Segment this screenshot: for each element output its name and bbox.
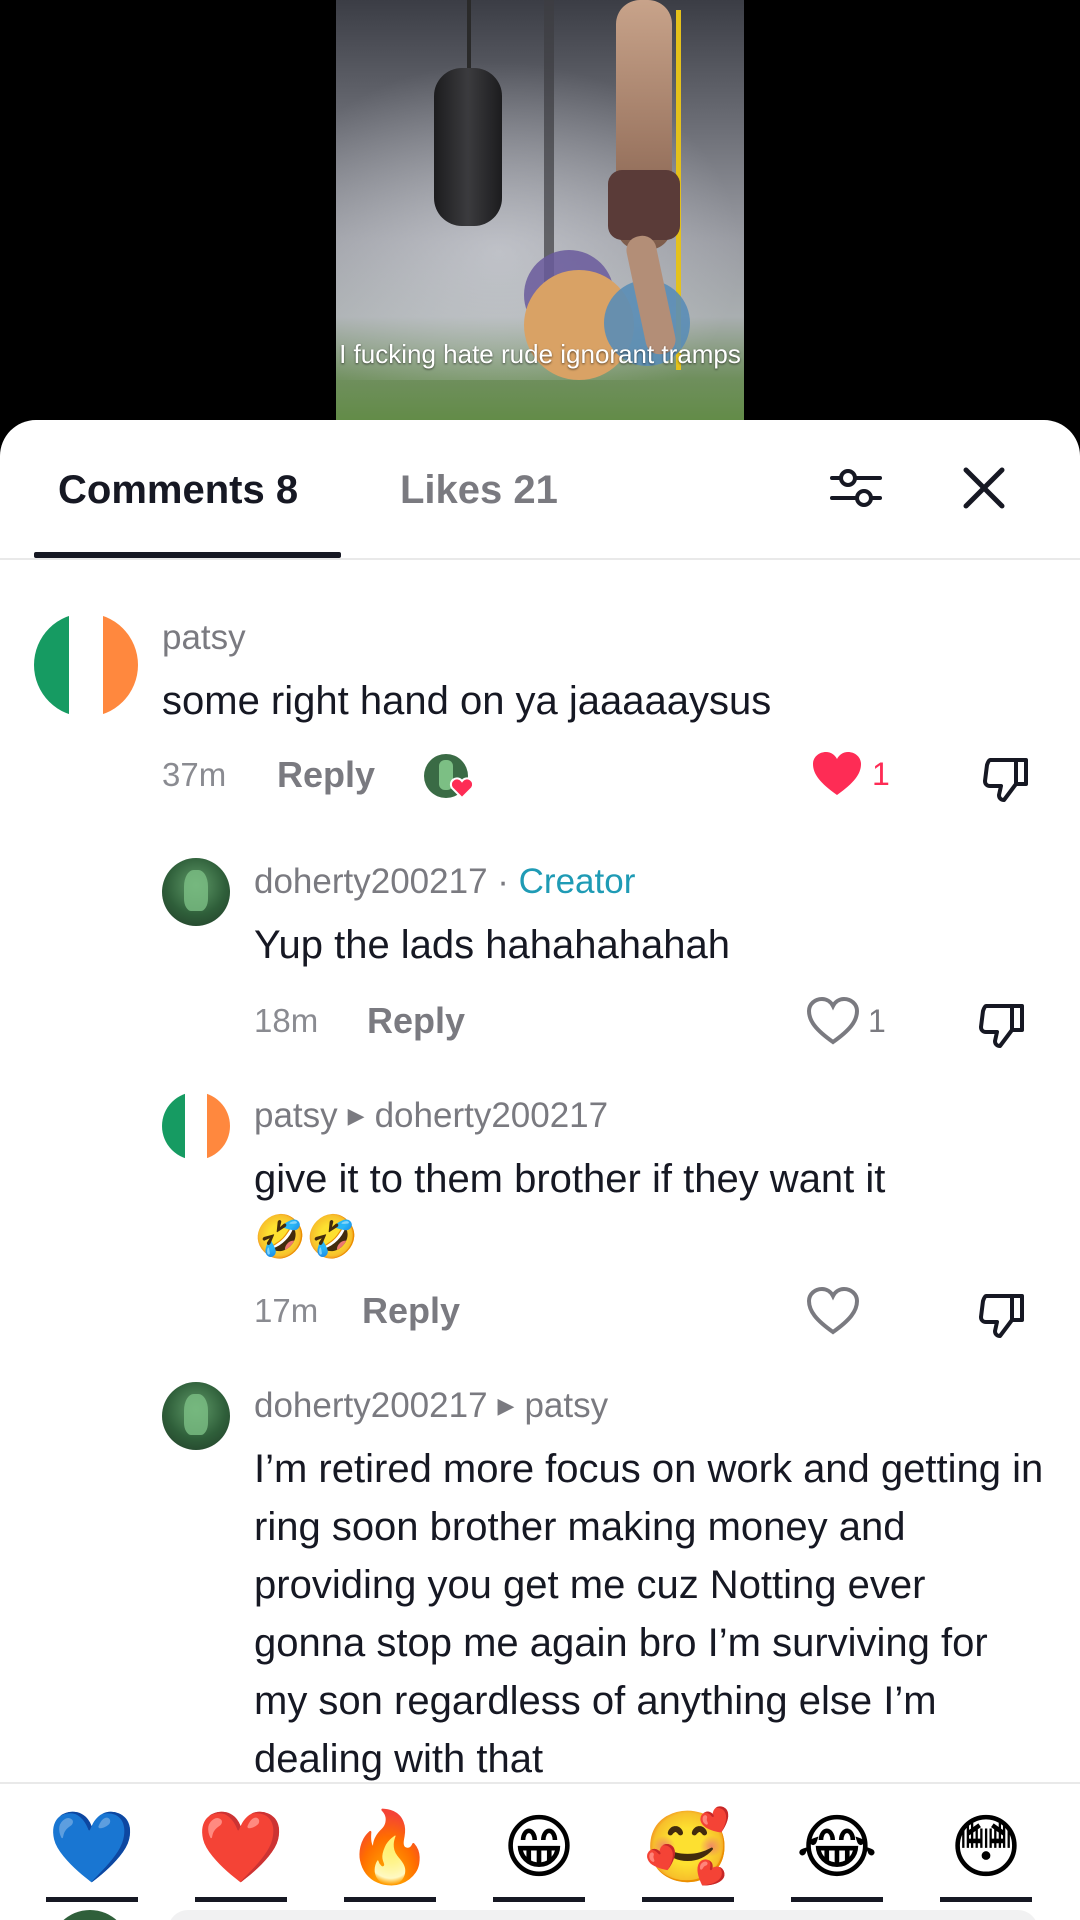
comment-username[interactable]: patsy bbox=[162, 618, 246, 658]
like-button[interactable]: 1 bbox=[810, 749, 890, 799]
video-thumbnail[interactable] bbox=[336, 0, 744, 440]
comment-emojis: 🤣🤣 bbox=[254, 1212, 359, 1261]
sliders-icon bbox=[830, 469, 882, 507]
comment-time: 18m bbox=[254, 1002, 319, 1039]
reply-to-username: patsy bbox=[524, 1386, 609, 1425]
comment-username[interactable]: doherty200217 · Creator bbox=[254, 862, 635, 902]
comment-time: 37m bbox=[162, 756, 227, 793]
heart-icon bbox=[806, 1286, 860, 1335]
heart-icon bbox=[806, 996, 860, 1045]
video-punching-bag bbox=[434, 68, 502, 226]
like-button[interactable] bbox=[806, 1286, 868, 1336]
thumbs-down-icon bbox=[983, 758, 1028, 802]
username-text: doherty200217 bbox=[254, 1386, 488, 1425]
avatar[interactable] bbox=[34, 613, 138, 717]
tab-active-indicator bbox=[34, 552, 341, 558]
emoji-quick-bar: 💙 ❤️ 🔥 😁 🥰 😂 😳 bbox=[0, 1782, 1080, 1920]
dislike-button[interactable] bbox=[978, 1000, 1028, 1050]
avatar[interactable] bbox=[162, 1382, 230, 1450]
emoji-button[interactable]: 😁 bbox=[493, 1806, 585, 1902]
comment-text-content: give it to them brother if they want it bbox=[254, 1157, 886, 1201]
username-text: doherty200217 bbox=[254, 862, 488, 901]
comment-username[interactable]: doherty200217 ▶ patsy bbox=[254, 1386, 608, 1426]
filter-button[interactable] bbox=[828, 460, 884, 516]
tab-bar: Comments 8 Likes 21 bbox=[0, 420, 1080, 560]
emoji-button[interactable]: 🥰 bbox=[642, 1806, 734, 1902]
emoji-button[interactable]: ❤️ bbox=[195, 1806, 287, 1902]
reply-button[interactable]: Reply bbox=[362, 1290, 460, 1332]
heart-icon bbox=[813, 752, 861, 795]
thumbs-down-icon bbox=[979, 1004, 1024, 1048]
creator-liked-badge bbox=[422, 752, 475, 800]
badge-separator: · bbox=[487, 862, 519, 901]
comment-text: some right hand on ya jaaaaaysus bbox=[162, 679, 772, 723]
like-button[interactable]: 1 bbox=[806, 996, 886, 1046]
avatar[interactable] bbox=[162, 1092, 230, 1160]
creator-badge: Creator bbox=[518, 862, 636, 901]
video-area[interactable]: I fucking hate rude ignorant tramps bbox=[0, 0, 1080, 440]
video-fighter-shorts bbox=[608, 170, 680, 240]
tab-comments[interactable]: Comments 8 bbox=[58, 468, 298, 513]
comment-text: I’m retired more focus on work and getti… bbox=[254, 1447, 1044, 1781]
reply-to-username: doherty200217 bbox=[374, 1096, 609, 1135]
dislike-button[interactable] bbox=[982, 754, 1032, 804]
username-text: patsy bbox=[254, 1096, 338, 1135]
close-icon bbox=[963, 467, 1005, 509]
like-count: 1 bbox=[868, 1002, 886, 1039]
comment-list[interactable]: patsy some right hand on ya jaaaaaysus 3… bbox=[0, 560, 1080, 1782]
comment-text: give it to them brother if they want it … bbox=[254, 1150, 1054, 1267]
reply-arrow-icon: ▶ bbox=[347, 1103, 365, 1128]
reply-button[interactable]: Reply bbox=[367, 1000, 465, 1042]
video-caption: I fucking hate rude ignorant tramps bbox=[339, 339, 741, 369]
comment-username[interactable]: patsy ▶ doherty200217 bbox=[254, 1096, 608, 1136]
comment-text: Yup the lads hahahahahah bbox=[254, 923, 730, 967]
comment-time: 17m bbox=[254, 1292, 319, 1329]
emoji-button[interactable]: 🔥 bbox=[344, 1806, 436, 1902]
close-button[interactable] bbox=[956, 460, 1012, 516]
emoji-button[interactable]: 😳 bbox=[940, 1806, 1032, 1902]
comments-sheet: Comments 8 Likes 21 patsy some right han… bbox=[0, 420, 1080, 1920]
video-bag-chain bbox=[467, 0, 471, 70]
like-count: 1 bbox=[872, 755, 890, 792]
reply-arrow-icon: ▶ bbox=[497, 1393, 515, 1418]
tab-likes[interactable]: Likes 21 bbox=[400, 468, 558, 513]
reply-button[interactable]: Reply bbox=[277, 754, 375, 796]
avatar[interactable] bbox=[162, 858, 230, 926]
emoji-button[interactable]: 😂 bbox=[791, 1806, 883, 1902]
thumbs-down-icon bbox=[979, 1294, 1024, 1338]
comment-input[interactable] bbox=[168, 1910, 1038, 1920]
emoji-button[interactable]: 💙 bbox=[46, 1806, 138, 1902]
dislike-button[interactable] bbox=[978, 1290, 1028, 1340]
